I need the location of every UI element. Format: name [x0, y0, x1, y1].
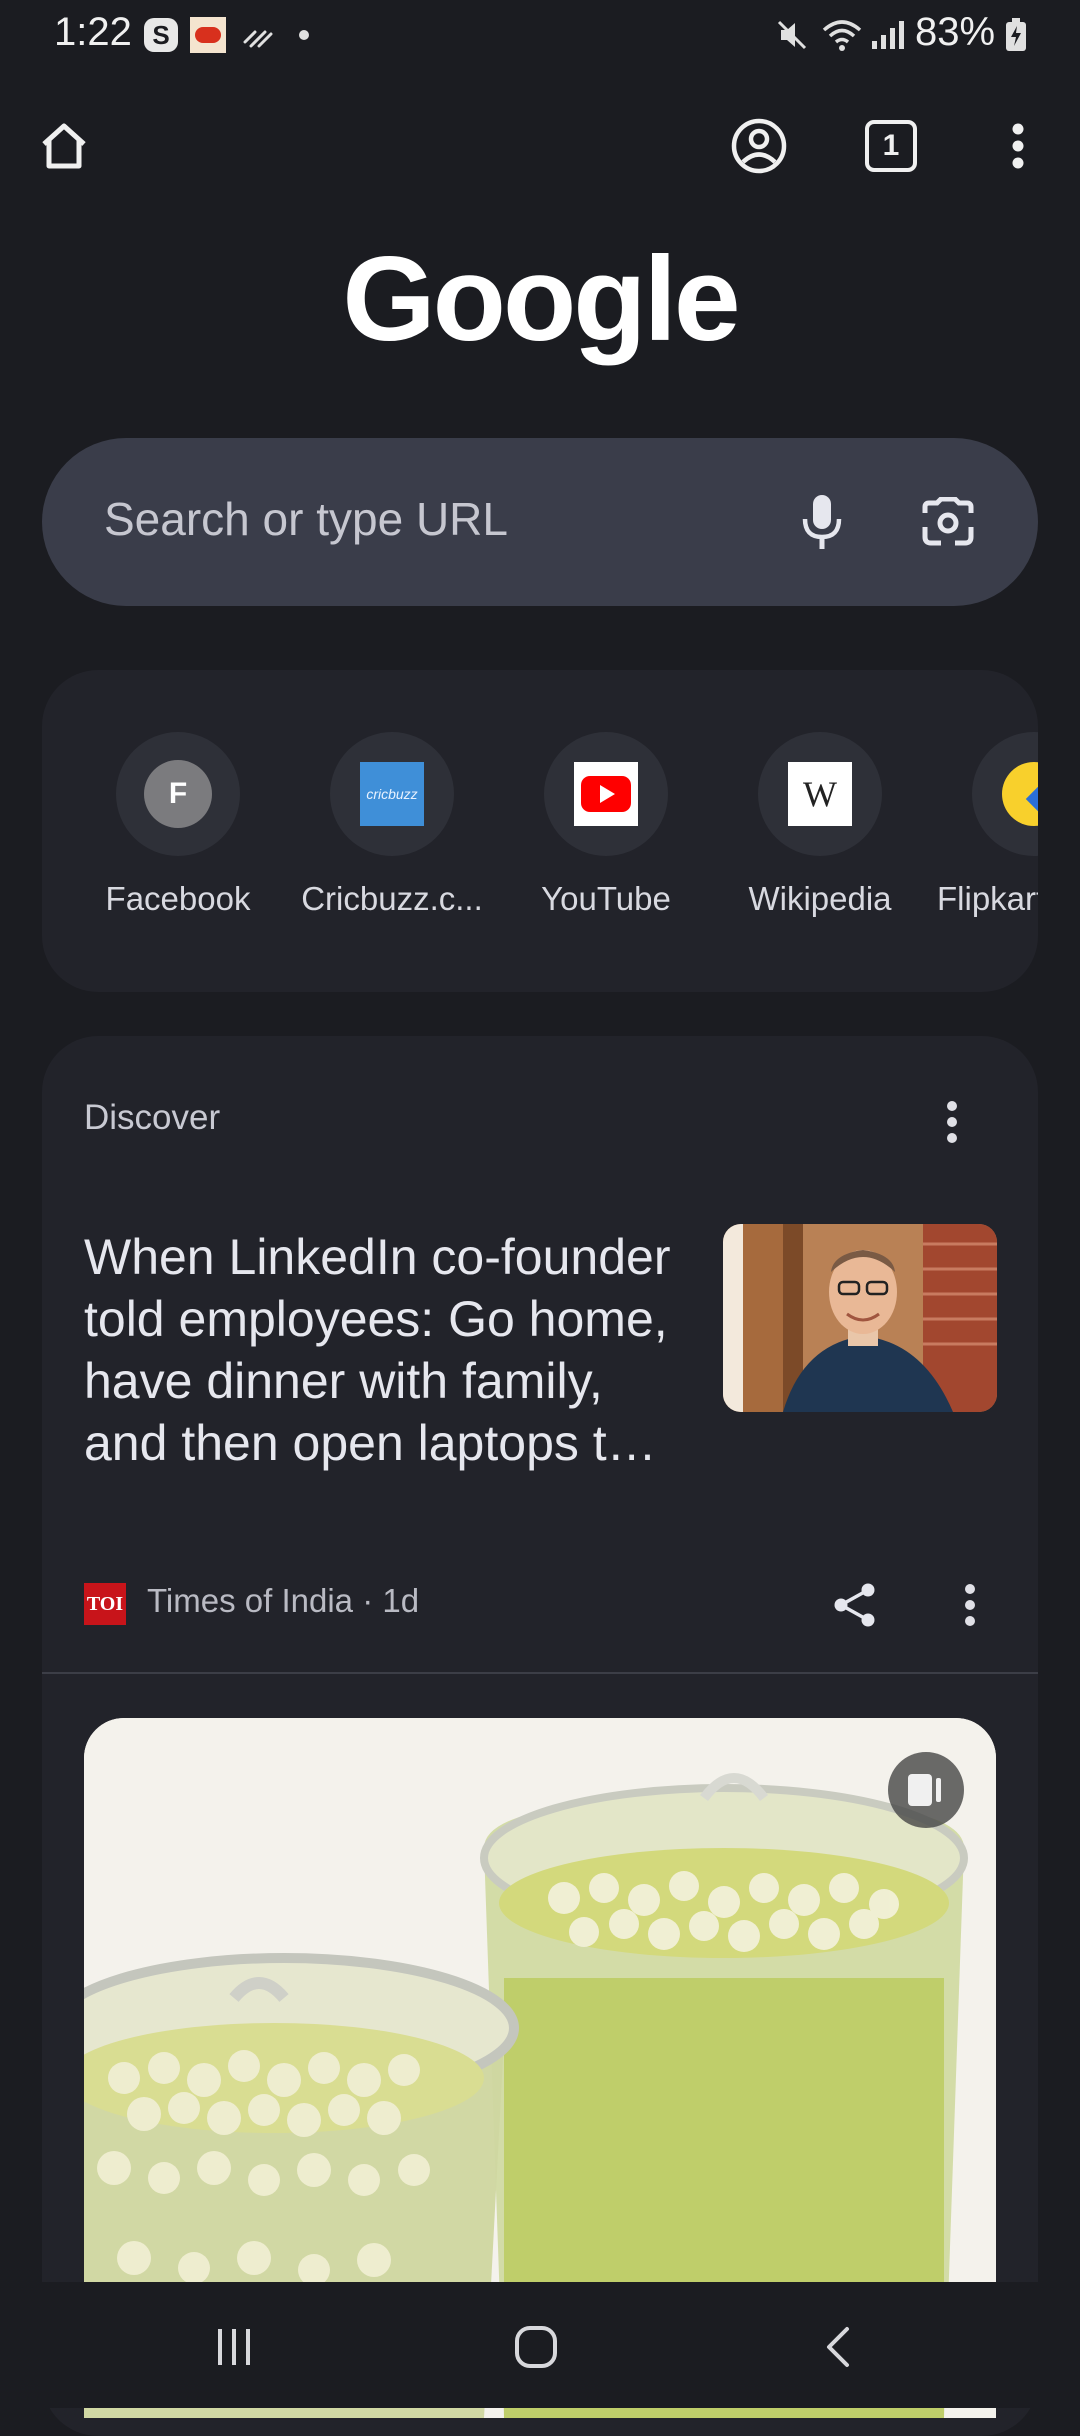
mic-icon	[802, 495, 842, 549]
share-button[interactable]	[820, 1570, 890, 1640]
status-bar: 1:22 S 83%	[0, 0, 1080, 70]
google-logo: Google	[342, 232, 740, 366]
battery-icon	[1004, 16, 1028, 54]
news-app-icon	[188, 16, 228, 54]
discover-feed: Discover When LinkedIn co-founder told e…	[42, 1036, 1038, 2436]
discover-title: Discover	[84, 1098, 221, 1137]
cricbuzz-favicon: cricbuzz	[360, 762, 424, 826]
battery-percent: 83%	[915, 10, 996, 54]
divider	[42, 1672, 1038, 1674]
tab-switcher-button[interactable]: 1	[855, 110, 927, 182]
home-button[interactable]	[28, 110, 100, 182]
back-icon	[827, 2327, 849, 2367]
dot-icon	[294, 16, 314, 54]
video-badge	[888, 1752, 964, 1828]
article-headline[interactable]: When LinkedIn co-founder told employees:…	[84, 1226, 684, 1474]
tab-count: 1	[865, 120, 917, 172]
shortcut-label: Cricbuzz.c...	[301, 880, 483, 917]
signal-icon	[868, 16, 908, 54]
voice-search-button[interactable]	[782, 482, 862, 562]
video-icon	[908, 1774, 941, 1806]
s-app-icon: S	[142, 16, 180, 54]
browser-menu-button[interactable]	[982, 110, 1054, 182]
mute-icon	[772, 16, 812, 54]
account-icon	[731, 118, 787, 174]
home-icon	[42, 123, 86, 169]
system-nav-bar	[0, 2282, 1080, 2408]
status-time: 1:22	[54, 10, 132, 54]
more-vert-icon	[1012, 123, 1024, 169]
shortcut-flipkart[interactable]: Flipkart	[937, 732, 1038, 932]
home-circle-icon	[515, 2326, 557, 2368]
more-vert-icon	[965, 1584, 975, 1626]
recent-apps-icon	[218, 2329, 250, 2365]
shortcut-label: YouTube	[541, 880, 671, 917]
back-nav-button[interactable]	[798, 2312, 878, 2382]
shortcut-facebook[interactable]: F Facebook	[88, 732, 268, 932]
account-button[interactable]	[723, 110, 795, 182]
article-menu-button[interactable]	[940, 1570, 1000, 1640]
lens-search-button[interactable]	[908, 482, 988, 562]
recent-apps-button[interactable]	[194, 2312, 274, 2382]
shortcut-label: Wikipedia	[748, 880, 892, 917]
more-vert-icon	[947, 1101, 957, 1143]
search-box[interactable]: Search or type URL	[42, 438, 1038, 606]
youtube-favicon	[574, 762, 638, 826]
shortcut-label: Facebook	[105, 880, 251, 917]
camera-lens-icon	[922, 497, 974, 546]
search-input[interactable]: Search or type URL	[104, 492, 508, 546]
source-logo: TOI	[84, 1583, 126, 1625]
article-source: Times of India · 1d	[147, 1582, 420, 1619]
shortcuts-panel: F Facebook cricbuzz Cricbuzz.c... YouTub…	[42, 670, 1038, 992]
home-nav-button[interactable]	[496, 2312, 576, 2382]
shortcut-youtube[interactable]: YouTube	[516, 732, 696, 932]
shortcut-cricbuzz[interactable]: cricbuzz Cricbuzz.c...	[301, 732, 483, 932]
wikipedia-favicon: W	[788, 762, 852, 826]
diagonal-lines-icon	[238, 16, 278, 54]
article-thumbnail[interactable]	[723, 1224, 997, 1412]
wifi-icon	[820, 16, 864, 54]
shortcut-label: Flipkart	[937, 880, 1038, 917]
discover-menu-button[interactable]	[922, 1092, 982, 1152]
shortcut-wikipedia[interactable]: W Wikipedia	[730, 732, 910, 932]
flipkart-favicon	[1002, 762, 1038, 826]
facebook-favicon: F	[144, 760, 212, 828]
share-icon	[834, 1583, 875, 1627]
